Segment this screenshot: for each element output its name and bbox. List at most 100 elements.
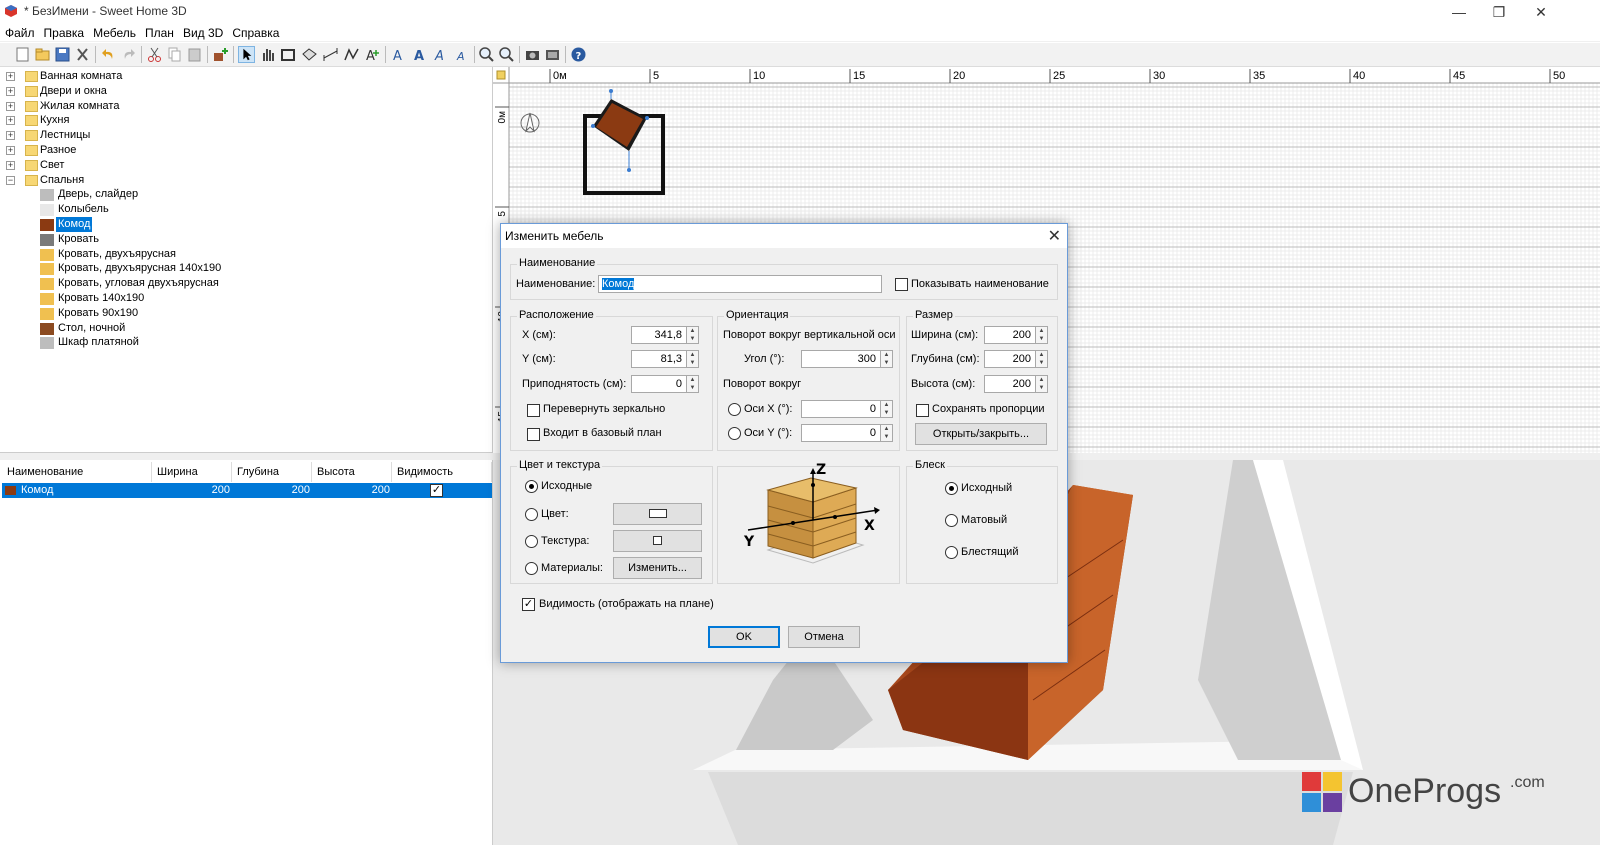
column-width[interactable]: Ширина [152,462,232,482]
open-close-button[interactable]: Открыть/закрыть... [915,423,1047,445]
original-color-radio[interactable] [525,480,538,493]
axis-x-input[interactable]: 0 [801,400,881,418]
column-depth[interactable]: Глубина [232,462,312,482]
y-spinner[interactable]: ▲ ▼ [687,350,699,368]
open-icon[interactable] [34,46,51,63]
create-polylines-icon[interactable] [343,46,360,63]
catalog-category[interactable]: − Спальня [0,173,490,188]
materials-radio[interactable] [525,562,538,575]
mirror-checkbox[interactable] [527,404,540,417]
width-input[interactable]: 200 [984,326,1036,344]
catalog-item[interactable]: Кровать 90x190 [0,306,490,321]
catalog-category[interactable]: + Двери и окна [0,84,490,99]
horizontal-splitter[interactable] [0,453,493,460]
expand-toggle-icon[interactable]: + [6,72,15,81]
axis-y-radio[interactable] [728,427,741,440]
row-visibility-checkbox[interactable]: ✓ [430,484,443,497]
cancel-button[interactable]: Отмена [788,626,860,648]
ok-button[interactable]: OK [708,626,780,648]
bold-icon[interactable]: A [411,46,428,63]
catalog-item[interactable]: Стол, ночной [0,321,490,336]
create-dimensions-icon[interactable] [322,46,339,63]
select-icon[interactable] [238,46,255,63]
width-spinner[interactable]: ▲ ▼ [1036,326,1048,344]
expand-toggle-icon[interactable]: + [6,160,15,170]
expand-toggle-icon[interactable]: + [6,131,15,141]
texture-radio[interactable] [525,535,538,548]
help-icon[interactable]: ? [570,46,587,63]
text-size-icon[interactable]: A [453,46,470,63]
catalog-item[interactable]: Кровать, двухъярусная [0,247,490,262]
catalog-category[interactable]: + Разное [0,143,490,158]
catalog-category[interactable]: + Жилая комната [0,99,490,114]
expand-toggle-icon[interactable]: − [6,175,15,185]
catalog-category[interactable]: + Ванная комната [0,69,490,84]
keep-proportions-checkbox[interactable] [916,404,929,417]
expand-toggle-icon[interactable]: + [6,116,15,126]
close-button[interactable]: ✕ [1526,2,1556,22]
pan-icon[interactable] [259,46,276,63]
show-name-checkbox[interactable] [895,278,908,291]
catalog-category[interactable]: + Свет [0,158,490,173]
catalog-item[interactable]: Кровать [0,232,490,247]
menu-3d-view[interactable]: Вид 3D [178,24,227,40]
axis-y-input[interactable]: 0 [801,424,881,442]
angle-input[interactable]: 300 [801,350,881,368]
visible-checkbox[interactable]: ✓ [522,598,535,611]
italic-icon[interactable]: A [432,46,449,63]
x-spinner[interactable]: ▲ ▼ [687,326,699,344]
column-height[interactable]: Высота [312,462,392,482]
add-text-icon[interactable]: A [364,46,381,63]
maximize-button[interactable]: ❐ [1484,2,1514,22]
video-icon[interactable] [544,46,561,63]
create-rooms-icon[interactable] [301,46,318,63]
minimize-button[interactable]: — [1444,2,1474,22]
shininess-shiny-radio[interactable] [945,546,958,559]
save-icon[interactable] [54,46,71,63]
cut-tool-icon[interactable] [74,46,91,63]
dialog-close-icon[interactable]: ✕ [1048,226,1061,246]
texture-button[interactable] [613,530,702,552]
zoom-out-icon[interactable] [498,46,515,63]
expand-toggle-icon[interactable]: + [6,146,15,155]
create-walls-icon[interactable] [280,46,297,63]
add-furniture-icon[interactable] [212,46,229,63]
depth-input[interactable]: 200 [984,350,1036,368]
copy-icon[interactable] [166,46,183,63]
redo-icon[interactable] [120,46,137,63]
elevation-input[interactable]: 0 [631,375,687,393]
column-name[interactable]: Наименование [2,462,152,482]
angle-spinner[interactable]: ▲ ▼ [881,350,893,368]
x-input[interactable]: 341,8 [631,326,687,344]
elevation-spinner[interactable]: ▲ ▼ [687,375,699,393]
table-row[interactable]: Комод 200 200 200 ✓ [2,483,492,498]
furniture-preview-3d[interactable]: Z X Y [738,460,888,570]
text-style-icon[interactable]: A [390,46,407,63]
new-icon[interactable] [14,46,31,63]
y-input[interactable]: 81,3 [631,350,687,368]
zoom-in-icon[interactable] [478,46,495,63]
menu-edit[interactable]: Правка [39,24,89,40]
expand-toggle-icon[interactable]: + [6,101,15,111]
height-spinner[interactable]: ▲ ▼ [1036,375,1048,393]
catalog-item[interactable]: Шкаф платяной [0,335,490,350]
menu-help[interactable]: Справка [227,24,283,40]
catalog-item[interactable]: Кровать, угловая двухъярусная [0,276,490,291]
name-input[interactable]: Комод [598,275,882,293]
catalog-item[interactable]: Дверь, слайдер [0,187,490,202]
photo-icon[interactable] [524,46,541,63]
shininess-matt-radio[interactable] [945,514,958,527]
axis-x-radio[interactable] [728,403,741,416]
column-visibility[interactable]: Видимость [392,462,492,482]
menu-furniture[interactable]: Мебель [88,24,140,40]
depth-spinner[interactable]: ▲ ▼ [1036,350,1048,368]
paste-icon[interactable] [186,46,203,63]
catalog-item[interactable]: Кровать, двухъярусная 140x190 [0,261,490,276]
height-input[interactable]: 200 [984,375,1036,393]
modify-materials-button[interactable]: Изменить... [613,557,702,579]
base-plan-checkbox[interactable] [527,428,540,441]
color-radio[interactable] [525,508,538,521]
cut-icon[interactable] [146,46,163,63]
shininess-default-radio[interactable] [945,482,958,495]
menu-file[interactable]: Файл [0,24,39,40]
